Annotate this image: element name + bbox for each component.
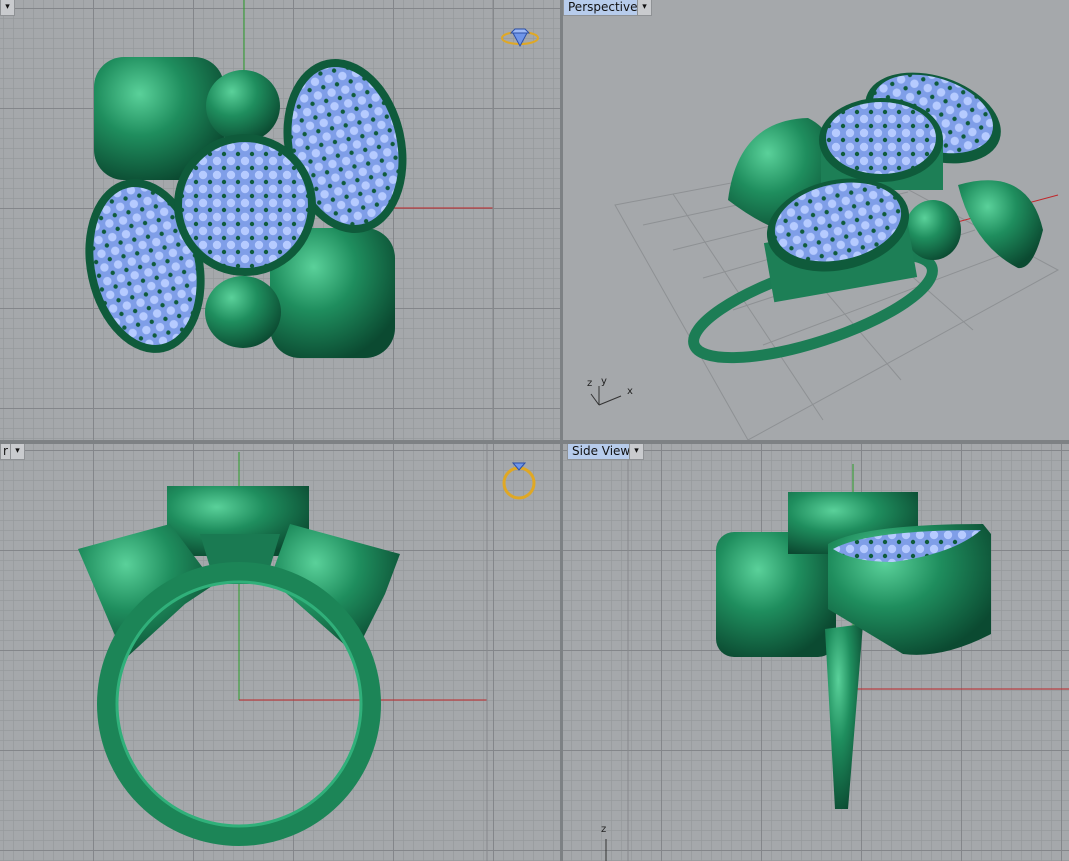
axis-label-x: x (627, 386, 633, 397)
axis-gizmo (590, 386, 622, 406)
axis-label-y: y (601, 376, 607, 387)
diamond-ring-icon (501, 28, 539, 48)
viewport-side[interactable]: Side View ▾ z (563, 444, 1069, 861)
viewport-top[interactable]: ▾ (0, 0, 560, 440)
ring-icon (502, 462, 536, 500)
axis-gizmo-side (605, 839, 607, 861)
viewport-perspective[interactable]: Perspective ▾ z y x (563, 0, 1069, 440)
viewport-front[interactable]: r ▾ (0, 444, 560, 861)
axis-label-z: z (587, 378, 593, 389)
